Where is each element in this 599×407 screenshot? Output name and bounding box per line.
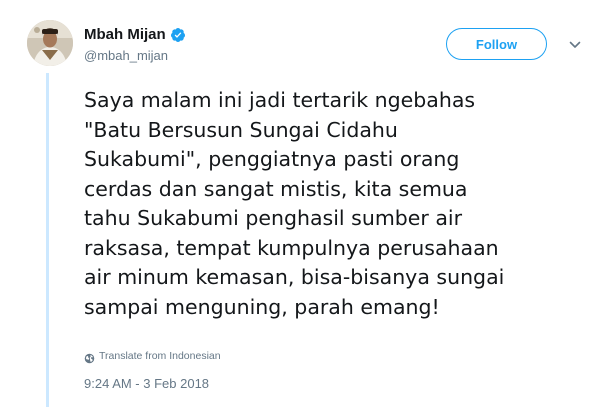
thread-connector-line: [46, 73, 49, 407]
tweet-text-line: raksasa, tempat kumpulnya perusahaan: [84, 235, 499, 260]
tweet-text-line: tahu Sukabumi penghasil sumber air: [84, 206, 463, 230]
tweet-text-line: Saya malam ini jadi tertarik ngebahas: [84, 88, 476, 112]
tweet-text-line: "Batu Bersusun Sungai Cidahu: [84, 117, 398, 142]
verified-badge-icon: [170, 27, 186, 43]
user-handle[interactable]: @mbah_mijan: [84, 48, 168, 64]
tweet-text: Saya malam ini jadi tertarik ngebahas "B…: [84, 86, 589, 322]
tweet-timestamp[interactable]: 9:24 AM - 3 Feb 2018: [84, 376, 209, 392]
avatar-image: [27, 20, 73, 66]
translate-label[interactable]: Translate from Indonesian: [99, 349, 221, 363]
chevron-down-icon[interactable]: [568, 38, 582, 52]
translate-link[interactable]: Translate from Indonesian: [84, 349, 221, 363]
tweet-text-line: sampai menguning, parah emang!: [84, 294, 440, 319]
user-name-row: Mbah Mijan: [84, 26, 186, 44]
display-name[interactable]: Mbah Mijan: [84, 26, 166, 44]
tweet-text-line: cerdas dan sangat mistis, kita semua: [84, 176, 468, 201]
tweet-text-line: air minum kemasan, bisa-bisanya sungai: [84, 265, 505, 289]
follow-button[interactable]: Follow: [446, 28, 547, 60]
avatar[interactable]: [27, 20, 73, 66]
globe-icon: [84, 351, 95, 363]
tweet-text-line: Sukabumi", penggiatnya pasti orang: [84, 147, 460, 171]
